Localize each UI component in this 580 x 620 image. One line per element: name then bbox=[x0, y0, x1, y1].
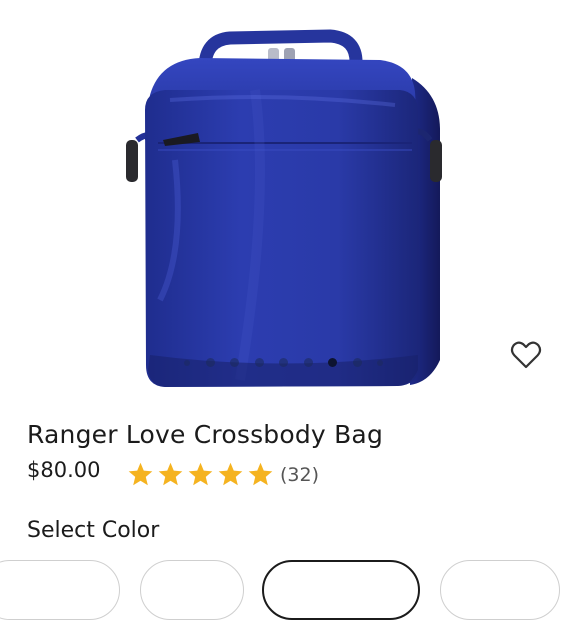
star-rating[interactable] bbox=[127, 461, 274, 488]
product-price: $80.00 bbox=[27, 458, 101, 482]
star-icon bbox=[218, 462, 243, 486]
select-color-label: Select Color bbox=[27, 518, 160, 543]
pagination-dot[interactable] bbox=[279, 358, 288, 367]
star-icon bbox=[158, 462, 183, 486]
bag-illustration bbox=[126, 29, 442, 387]
pagination-dot[interactable] bbox=[230, 358, 239, 367]
star-icon bbox=[128, 462, 153, 486]
pagination-dot[interactable] bbox=[377, 359, 383, 366]
color-swatch-option-selected[interactable] bbox=[262, 560, 420, 620]
product-title: Ranger Love Crossbody Bag bbox=[27, 420, 384, 449]
image-pagination-dots[interactable] bbox=[184, 358, 399, 367]
pagination-dot[interactable] bbox=[303, 358, 313, 367]
product-image[interactable] bbox=[0, 0, 580, 405]
pagination-dot[interactable] bbox=[352, 358, 362, 367]
color-swatch-option[interactable] bbox=[440, 560, 560, 620]
heart-outline-icon[interactable] bbox=[510, 340, 542, 370]
review-count-link[interactable]: (32) bbox=[280, 464, 319, 486]
pagination-dot[interactable] bbox=[205, 358, 215, 367]
color-swatch-option[interactable] bbox=[140, 560, 244, 620]
color-swatch-option[interactable] bbox=[0, 560, 120, 620]
pagination-dot-active[interactable] bbox=[328, 358, 337, 367]
star-icon bbox=[248, 462, 273, 486]
star-icon bbox=[188, 462, 213, 486]
pagination-dot[interactable] bbox=[254, 358, 264, 367]
pagination-dot[interactable] bbox=[184, 359, 190, 366]
